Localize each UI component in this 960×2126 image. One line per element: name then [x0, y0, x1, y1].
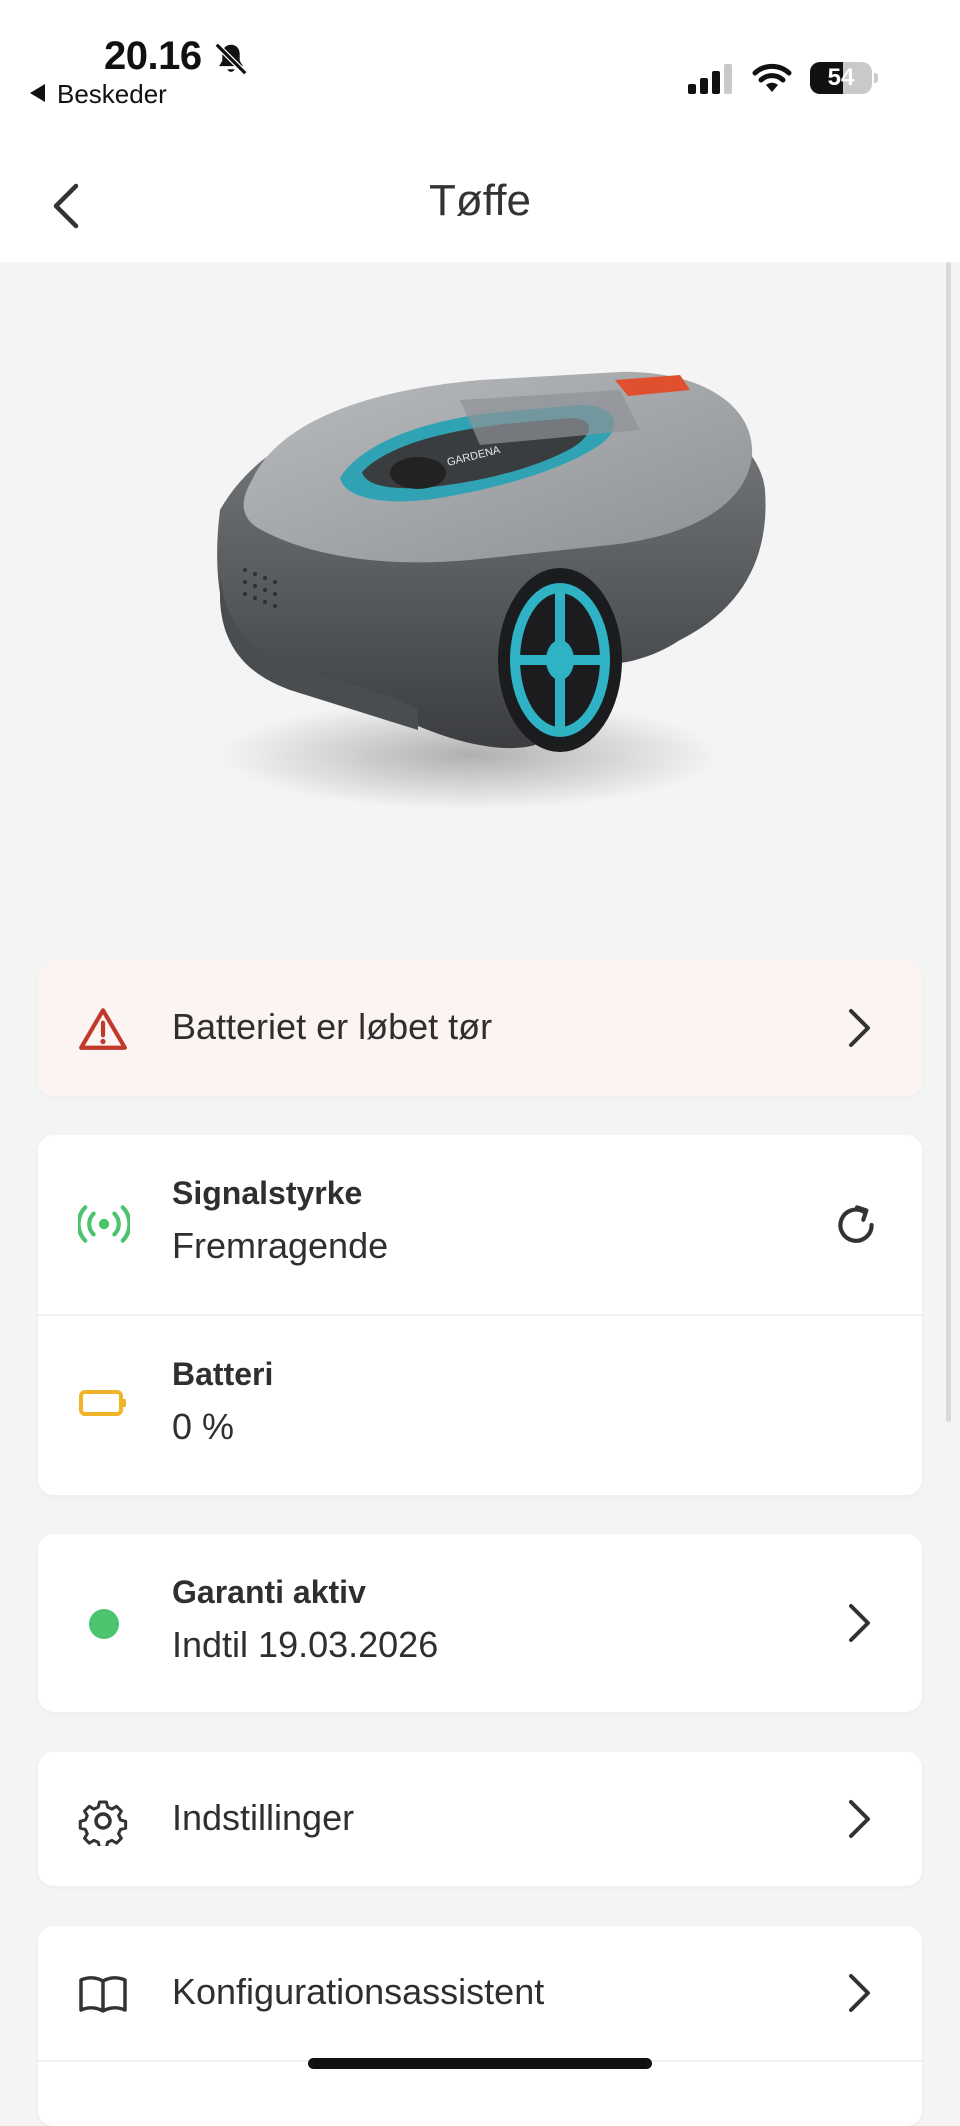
back-to-app-link[interactable]: Beskeder	[30, 79, 167, 110]
battery-row: Batteri 0 %	[38, 1316, 922, 1495]
wifi-icon	[752, 63, 792, 92]
battery-status-icon: 54	[810, 62, 878, 94]
signal-row: Signalstyrke Fremragende	[38, 1135, 922, 1315]
config-assistant-label: Konfigurationsassistent	[172, 1971, 545, 2012]
home-indicator[interactable]	[308, 2058, 652, 2069]
warranty-title: Garanti aktiv	[172, 1574, 366, 1610]
warranty-card[interactable]: Garanti aktiv Indtil 19.03.2026	[38, 1534, 922, 1712]
status-card: Signalstyrke Fremragende Batteri 0 %	[38, 1135, 922, 1495]
alert-card[interactable]: Batteriet er løbet tør	[38, 960, 922, 1096]
settings-label: Indstillinger	[172, 1797, 355, 1838]
signal-broadcast-icon	[78, 1205, 130, 1243]
page-title: Tøffe	[429, 176, 531, 225]
refresh-icon[interactable]	[830, 1199, 882, 1251]
battery-empty-icon	[79, 1390, 126, 1416]
battery-title: Batteri	[172, 1356, 274, 1392]
battery-value: 0 %	[172, 1406, 235, 1447]
warranty-value: Indtil 19.03.2026	[172, 1624, 439, 1665]
signal-title: Signalstyrke	[172, 1175, 363, 1211]
bell-muted-icon	[214, 42, 248, 76]
status-dot	[89, 1609, 119, 1639]
chevron-right-icon	[849, 1009, 870, 1047]
chevron-right-icon	[849, 1800, 870, 1838]
battery-status-percent: 54	[827, 64, 855, 91]
chevron-right-icon	[849, 1604, 870, 1642]
gear-icon	[78, 1800, 128, 1846]
signal-value: Fremragende	[172, 1225, 389, 1266]
robot-mower-image: GARDENA	[217, 371, 766, 810]
scrollbar[interactable]	[946, 262, 951, 1422]
settings-card[interactable]: Indstillinger	[38, 1752, 922, 1886]
config-assistant-card[interactable]: Konfigurationsassistent	[38, 1926, 922, 2126]
status-time: 20.16	[104, 34, 202, 78]
book-icon	[79, 1976, 127, 2013]
back-arrow-icon	[30, 84, 45, 102]
top-bar: 20.16 Beskeder 54 Tøffe	[0, 0, 960, 262]
warning-triangle-icon	[79, 1008, 127, 1050]
chevron-right-icon	[849, 1974, 870, 2012]
alert-label: Batteriet er løbet tør	[172, 1006, 493, 1047]
back-app-label: Beskeder	[57, 79, 167, 109]
cellular-signal-icon	[688, 64, 732, 94]
